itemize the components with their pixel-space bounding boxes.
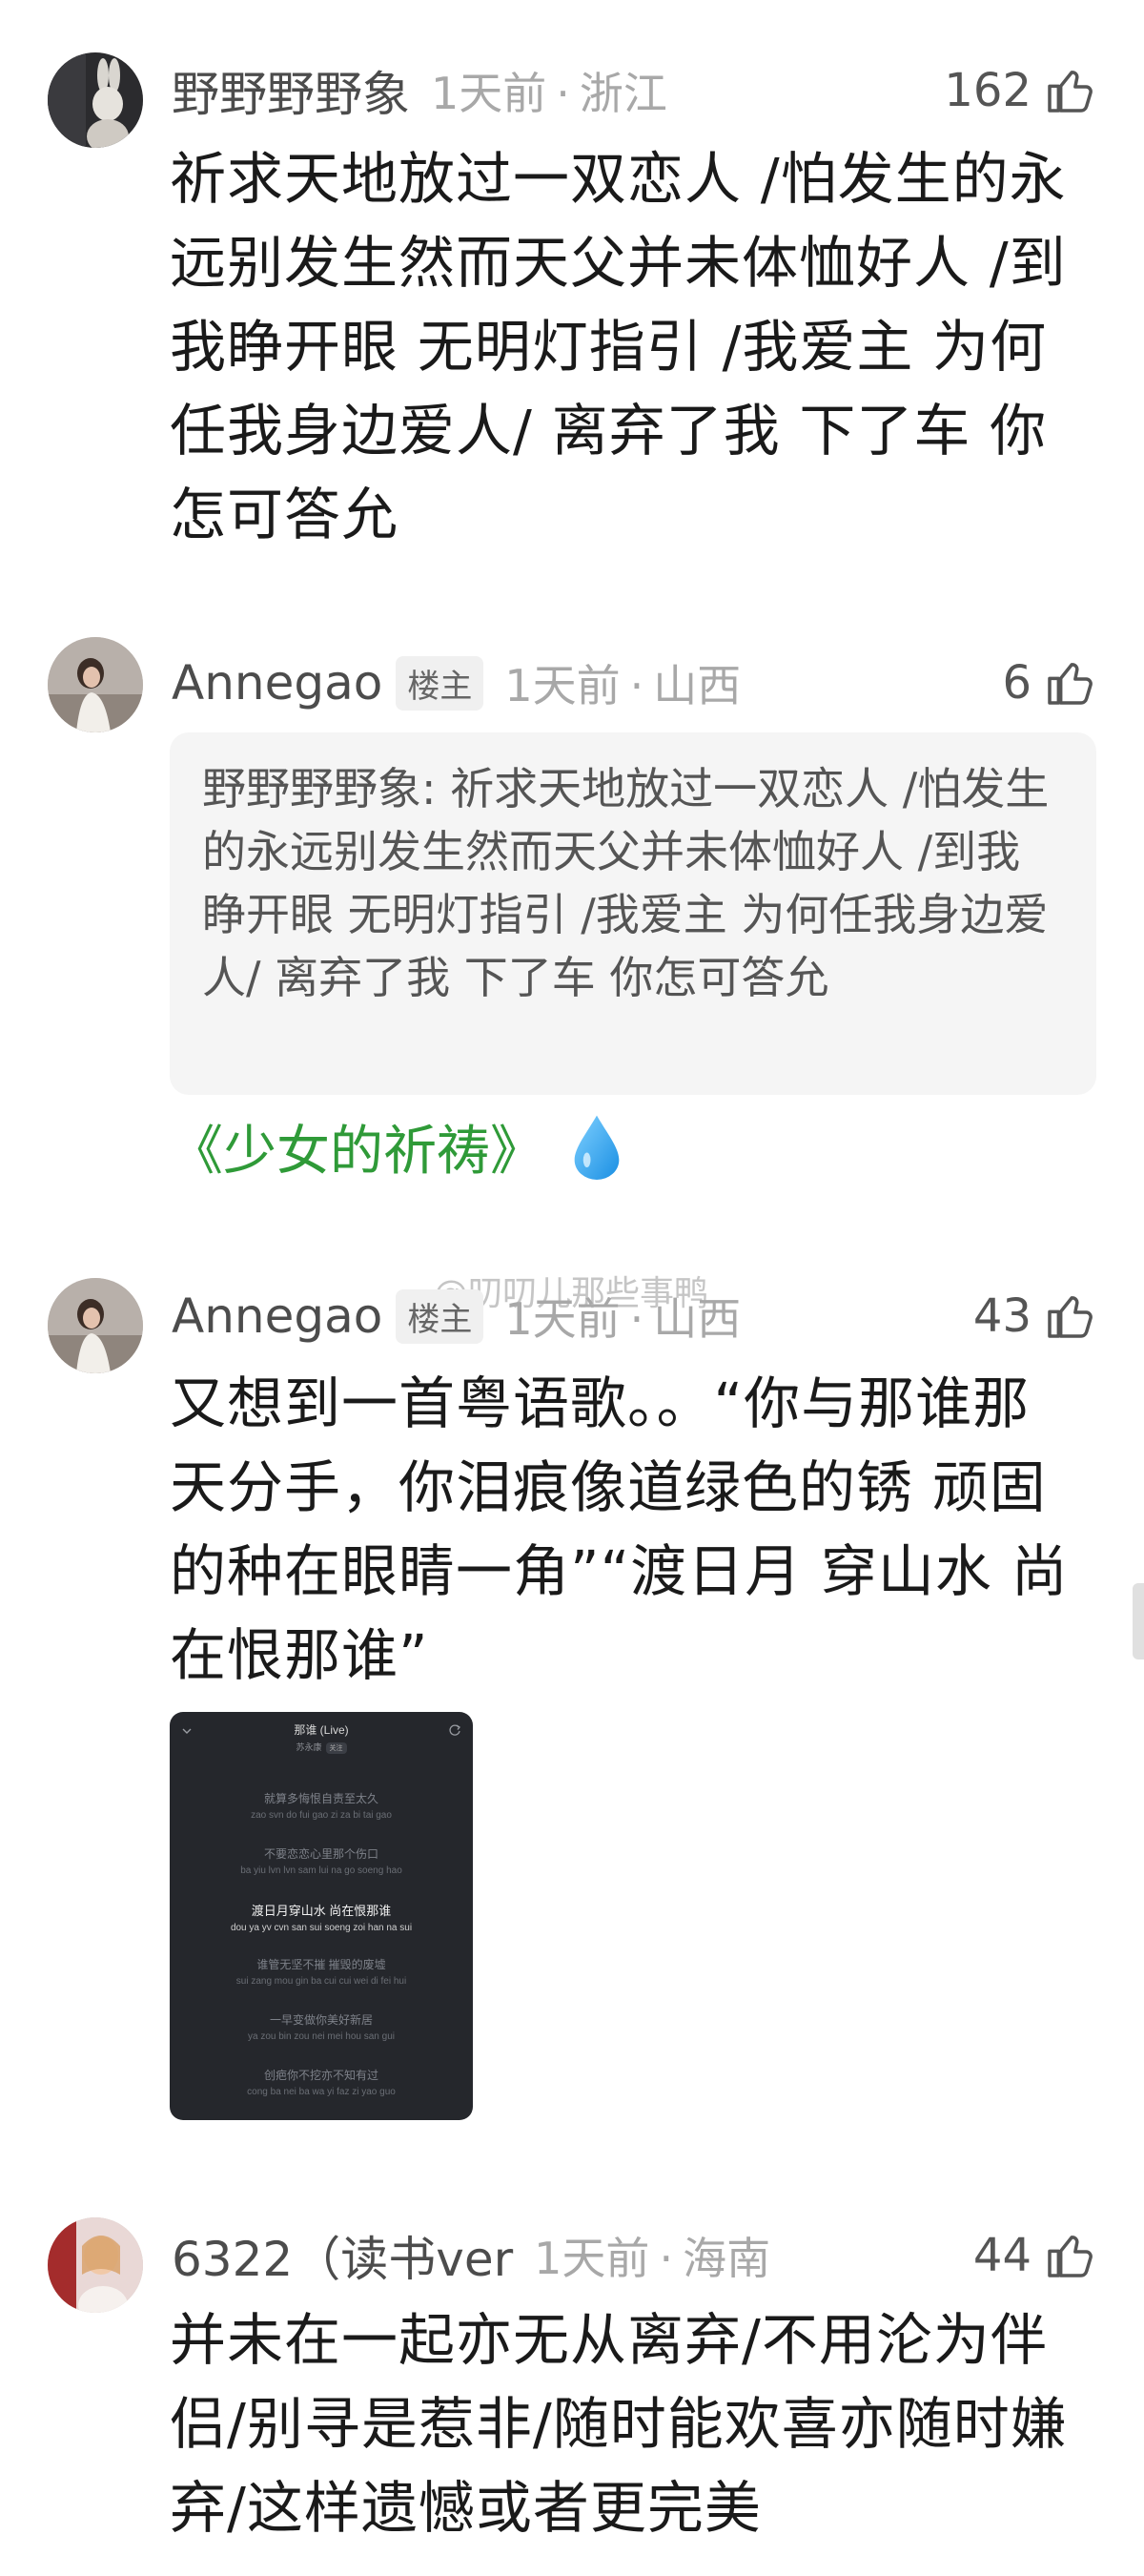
thumbs-up-icon — [1048, 2236, 1093, 2277]
location: 浙江 — [579, 68, 667, 119]
avatar[interactable] — [48, 1278, 143, 1373]
lyric-chinese: 谁管无坚不摧 摧毁的废墟 — [256, 1958, 386, 1971]
lyric-chinese: 不要恋恋心里那个伤口 — [263, 1847, 378, 1861]
lyric-line: 一早变做你美好新居 ya zou bin zou nei mei hou san… — [170, 2011, 473, 2067]
comment-meta: 1天前 · 海南 — [534, 2233, 771, 2284]
like-count: 43 — [972, 1289, 1032, 1343]
like-button[interactable]: 44 — [973, 2229, 1096, 2282]
thumbs-up-icon — [1048, 1296, 1093, 1338]
artist-row: 苏永康 关注 — [170, 1741, 473, 1754]
follow-badge: 关注 — [325, 1742, 347, 1754]
lyric-line: 谁管无坚不摧 摧毁的废墟 sui zang mou gin ba cui cui… — [170, 1956, 473, 2011]
photo-avatar-icon — [48, 1278, 143, 1373]
song-title: 那谁 (Live) — [294, 1723, 349, 1737]
lyric-line: 创疤你不挖亦不知有过 cong ba nei ba wa yi faz zi y… — [170, 2067, 473, 2120]
like-button[interactable]: 43 — [973, 1289, 1096, 1343]
lyric-romanization: ba yiu lvn lvn sam lui na go soeng hao — [240, 1865, 402, 1876]
lyric-chinese: 渡日月穿山水 尚在恨那谁 — [251, 1904, 392, 1918]
username[interactable]: 6322（读书ver — [172, 2221, 513, 2290]
photo-avatar-icon — [48, 2217, 143, 2313]
location: 海南 — [683, 2233, 771, 2284]
username[interactable]: Annegao — [172, 1288, 382, 1344]
lyric-romanization: dou ya yv cvn san sui soeng zoi han na s… — [230, 1923, 413, 1933]
comment-text: 又想到一首粤语歌。。“你与那谁那天分手，你泪痕像道绿色的锈 顽固的种在眼睛一角”… — [170, 1370, 1069, 1688]
lyric-line: 不要恋恋心里那个伤口 ba yiu lvn lvn sam lui na go … — [170, 1845, 473, 1901]
timestamp: 1天前 — [534, 2233, 650, 2284]
lyric-line-active: 渡日月穿山水 尚在恨那谁 dou ya yv cvn san sui soeng… — [170, 1901, 473, 1956]
comment-text: 祈求天地放过一双恋人 /怕发生的永远别发生然而天父并未体恤好人 /到我睁开眼 无… — [170, 146, 1067, 547]
thumbs-up-icon — [1048, 71, 1093, 113]
lyric-romanization: ya zou bin zou nei mei hou san gui — [248, 2031, 395, 2042]
like-count: 162 — [944, 64, 1032, 117]
op-badge: 楼主 — [396, 655, 484, 711]
song-link-text[interactable]: 《少女的祈祷》 — [170, 1108, 543, 1185]
lyric-chinese: 创疤你不挖亦不知有过 — [263, 2069, 378, 2082]
avatar[interactable] — [48, 637, 143, 732]
lyric-chinese: 就算多悔恨自责至太久 — [263, 1792, 378, 1805]
like-count: 6 — [1002, 656, 1032, 710]
lyric-chinese: 一早变做你美好新居 — [269, 2013, 373, 2027]
lyric-line: 就算多悔恨自责至太久 zao svn do fui gao zi za bi t… — [170, 1790, 473, 1845]
comment-meta: 1天前 · 山西 — [504, 660, 742, 711]
scrollbar[interactable] — [1133, 1583, 1144, 1659]
avatar[interactable] — [48, 52, 143, 148]
lyric-lines: 就算多悔恨自责至太久 zao svn do fui gao zi za bi t… — [170, 1790, 473, 2120]
comment-text: 并未在一起亦无从离弃/不用沦为伴侣/别寻是惹非/随时能欢喜亦随时嫌弃/这样遗憾或… — [170, 2307, 1068, 2541]
quoted-comment[interactable]: 野野野野象: 祈求天地放过一双恋人 /怕发生的永远别发生然而天父并未体恤好人 /… — [170, 732, 1096, 1095]
artist-name: 苏永康 — [296, 1742, 322, 1752]
timestamp: 1天前 — [431, 68, 547, 119]
timestamp: 1天前 — [504, 660, 621, 711]
location: 山西 — [653, 1293, 742, 1345]
op-badge: 楼主 — [396, 1288, 484, 1344]
thumbs-up-icon — [1048, 663, 1093, 705]
lyric-romanization: cong ba nei ba wa yi faz zi yao guo — [247, 2087, 396, 2097]
lyric-screenshot-attachment[interactable]: 那谁 (Live) 苏永康 关注 就算多悔恨自责至太久 zao svn do fu… — [170, 1712, 473, 2120]
like-button[interactable]: 6 — [1002, 656, 1096, 710]
like-count: 44 — [972, 2229, 1032, 2282]
lyric-romanization: zao svn do fui gao zi za bi tai gao — [251, 1810, 392, 1821]
timestamp: 1天前 — [504, 1293, 621, 1345]
song-link[interactable]: 《少女的祈祷》 — [170, 1108, 622, 1185]
comment-meta: 1天前 · 浙江 — [431, 68, 667, 119]
photo-avatar-icon — [48, 637, 143, 732]
lyric-romanization: sui zang mou gin ba cui cui wei di fei h… — [235, 1976, 407, 1987]
like-button[interactable]: 162 — [944, 64, 1096, 117]
username[interactable]: Annegao — [172, 655, 382, 711]
avatar[interactable] — [48, 2217, 143, 2313]
location: 山西 — [653, 660, 742, 711]
comment-meta: 1天前 · 山西 — [504, 1293, 742, 1345]
rabbit-avatar-icon — [48, 52, 143, 148]
username[interactable]: 野野野野象 — [172, 56, 410, 125]
droplet-icon — [574, 1115, 620, 1180]
